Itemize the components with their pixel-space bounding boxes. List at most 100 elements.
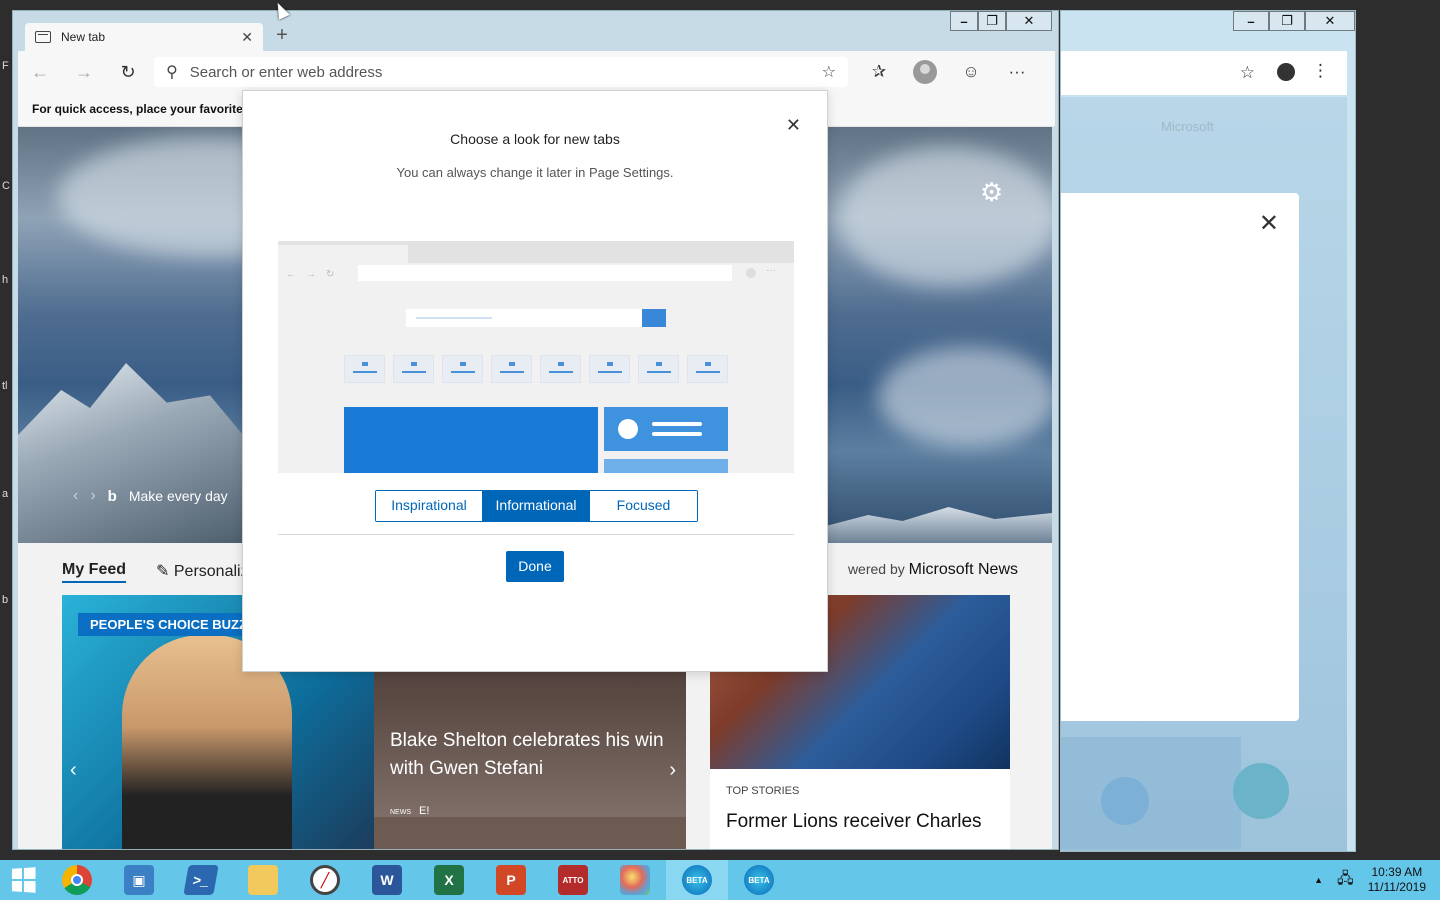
add-favorite-star-icon[interactable]: ☆ [822,62,836,82]
preview-tile [540,355,581,383]
card-title: Former Lions receiver Charles [726,811,982,832]
card-photo-bottom [374,817,686,849]
background-strip [1061,737,1241,849]
new-tab-button[interactable]: + [271,25,293,47]
taskbar-remote-desktop[interactable]: ▣ [108,860,170,900]
tab-close-icon[interactable]: ✕ [241,29,253,46]
minimize-button[interactable]: – [950,11,978,31]
show-hidden-icons-arrow[interactable]: ▲ [1314,875,1323,885]
atto-icon: ATTO [558,865,588,895]
background-toolbar: ☆ ⋮ [1061,51,1347,95]
taskbar-powerpoint[interactable]: P [480,860,542,900]
powered-by: wered by Microsoft News [848,561,1018,579]
card-source-name: E! [419,805,430,817]
profile-button[interactable] [902,60,948,84]
option-informational[interactable]: Informational [483,491,590,521]
folder-icon [248,865,278,895]
remote-desktop-icon: ▣ [124,865,154,895]
excel-icon: X [434,865,464,895]
layout-preview: ←→↻ ··· [278,241,794,473]
edge-text: C [2,180,10,192]
card-category: TOP STORIES [726,785,800,797]
bing-icon: b [107,487,117,505]
taskbar-chrome[interactable] [46,860,108,900]
faded-brand-text: Microsoft [1161,119,1214,134]
background-content: Microsoft ✕ [1061,97,1347,851]
taskbar-excel[interactable]: X [418,860,480,900]
taskbar-paint[interactable] [604,860,666,900]
address-bar[interactable]: ⚲ Search or enter web address ☆ [154,57,848,87]
edge-beta-icon: BETA [682,865,712,895]
taskbar-word[interactable]: W [356,860,418,900]
look-option-selector: Inspirational Informational Focused [375,490,698,522]
taskbar-file-explorer[interactable] [232,860,294,900]
edge-text: b [2,594,9,606]
start-button[interactable] [0,860,46,900]
hero-caption: ‹ › b Make every day [73,487,228,505]
option-focused[interactable]: Focused [590,491,697,521]
taskbar-powershell[interactable]: >_ [170,860,232,900]
background-window-controls: – ❐ ✕ [1233,11,1355,39]
tab-new-tab[interactable]: New tab ✕ [25,23,263,51]
clock-date: 11/11/2019 [1367,880,1426,894]
done-button[interactable]: Done [506,551,564,582]
powered-by-brand[interactable]: Microsoft News [909,561,1018,578]
profile-icon[interactable] [1277,63,1295,81]
tab-personalize[interactable]: ✎ Personaliz [156,561,249,583]
refresh-button[interactable]: ↻ [106,62,150,83]
word-icon: W [372,865,402,895]
more-menu-icon[interactable]: ⋮ [1312,61,1329,81]
address-placeholder: Search or enter web address [189,63,383,81]
chevron-left-icon[interactable]: ‹ [73,487,78,505]
preview-feature-card [344,407,598,473]
edge-text: a [2,488,9,500]
search-icon: ⚲ [166,64,178,81]
chevron-right-icon[interactable]: › [90,487,95,505]
maximize-button[interactable]: ❐ [1269,11,1305,31]
powerpoint-icon: P [496,865,526,895]
minimize-button[interactable]: – [1233,11,1269,31]
taskbar-edge-beta-2[interactable]: BETA [728,860,790,900]
more-menu-icon[interactable]: ··· [994,62,1040,82]
preview-more-icon: ··· [766,265,776,276]
navigation-bar: ← → ↻ ⚲ Search or enter web address ☆ ✰ … [18,51,1055,93]
close-button[interactable]: ✕ [1305,11,1355,31]
taskbar-clock-app[interactable]: ╱ [294,860,356,900]
card-badge: PEOPLE'S CHOICE BUZZ [78,613,259,636]
back-button[interactable]: ← [18,62,62,83]
preview-side-card [604,407,728,451]
taskbar-edge-beta[interactable]: BETA [666,860,728,900]
favorites-icon[interactable]: ✰ [856,62,902,82]
tab-page-icon [35,31,51,43]
close-button[interactable]: ✕ [1006,11,1052,31]
card-source: NEWS E! [390,805,429,817]
clock[interactable]: 10:39 AM 11/11/2019 [1368,865,1426,895]
windows-logo-icon [11,867,36,893]
maximize-button[interactable]: ❐ [978,11,1006,31]
preview-tile [638,355,679,383]
preview-search-box [406,309,642,327]
feedback-smiley-icon[interactable]: ☺ [948,62,994,82]
feed-nav: My Feed ✎ Personaliz [62,561,249,583]
choose-look-dialog: ✕ Choose a look for new tabs You can alw… [242,90,828,672]
tab-personalize-label: Personaliz [173,563,249,580]
preview-quick-links [344,355,728,383]
chevron-right-icon[interactable]: › [669,759,676,782]
clock-icon: ╱ [310,865,340,895]
option-inspirational[interactable]: Inspirational [376,491,483,521]
gear-icon[interactable]: ⚙ [980,177,1003,208]
preview-tile [442,355,483,383]
preview-tab [278,245,408,263]
hero-caption-text[interactable]: Make every day [129,488,228,504]
network-icon[interactable]: 🖧 [1337,868,1354,893]
powershell-icon: >_ [183,865,219,895]
decorative-dot [1101,777,1149,825]
chevron-left-icon[interactable]: ‹ [70,759,77,782]
mountain-left [18,363,258,543]
panel-close-icon[interactable]: ✕ [1259,209,1279,238]
background-browser-window[interactable]: – ❐ ✕ ☆ ⋮ Microsoft ✕ [1060,10,1356,852]
favorite-star-icon[interactable]: ☆ [1240,63,1255,83]
forward-button[interactable]: → [62,62,106,83]
tab-my-feed[interactable]: My Feed [62,561,127,583]
taskbar-atto[interactable]: ATTO [542,860,604,900]
